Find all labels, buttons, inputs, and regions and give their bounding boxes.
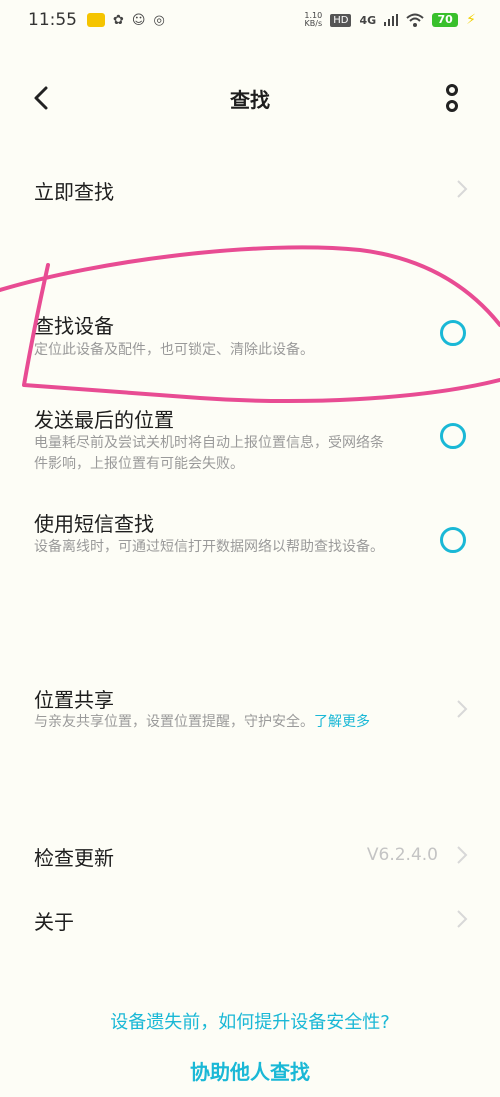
send-last-location-title: 发送最后的位置 <box>34 408 174 432</box>
chevron-right-icon <box>457 700 468 718</box>
version-label: V6.2.4.0 <box>366 845 438 865</box>
find-now-title: 立即查找 <box>34 180 114 204</box>
status-right: 1.10 KB/s HD 4G 70 ⚡ <box>304 12 476 29</box>
location-share-title: 位置共享 <box>34 688 114 712</box>
check-update-title: 检查更新 <box>34 846 114 870</box>
learn-more-link[interactable]: 了解更多 <box>314 714 370 730</box>
find-now-row[interactable]: 立即查找 <box>0 158 500 218</box>
chevron-right-icon <box>457 180 468 198</box>
help-others-find-link[interactable]: 协助他人查找 <box>0 1056 500 1085</box>
location-share-desc: 与亲友共享位置，设置位置提醒，守护安全。 <box>34 714 314 730</box>
find-device-desc: 定位此设备及配件，也可锁定、清除此设备。 <box>34 342 314 358</box>
send-last-location-toggle[interactable] <box>440 423 466 449</box>
location-share-row[interactable]: 位置共享 与亲友共享位置，设置位置提醒，守护安全。了解更多 <box>0 676 500 746</box>
page-title: 查找 <box>230 88 270 112</box>
app-bar: 查找 <box>0 70 500 126</box>
check-update-row[interactable]: 检查更新 V6.2.4.0 <box>0 826 500 886</box>
sms-find-row[interactable]: 使用短信查找 设备离线时，可通过短信打开数据网络以帮助查找设备。 <box>0 500 500 580</box>
location-share-desc-wrap: 与亲友共享位置，设置位置提醒，守护安全。了解更多 <box>34 712 454 733</box>
notification-app-icon <box>87 13 105 27</box>
hd-icon: HD <box>330 13 352 27</box>
status-time: 11:55 <box>28 10 77 30</box>
leaf-icon: ◎ <box>153 12 165 28</box>
chevron-right-icon <box>457 846 468 864</box>
battery-icon: 70 <box>432 13 459 27</box>
wifi-icon <box>406 13 424 27</box>
sms-find-title: 使用短信查找 <box>34 512 154 536</box>
more-options-icon[interactable] <box>440 80 464 116</box>
about-row[interactable]: 关于 <box>0 890 500 950</box>
send-last-location-row[interactable]: 发送最后的位置 电量耗尽前及尝试关机时将自动上报位置信息，受网络条件影响，上报位… <box>0 396 500 476</box>
status-left: 11:55 ✿ ☺ ◎ <box>28 10 165 30</box>
find-device-row[interactable]: 查找设备 定位此设备及配件，也可锁定、清除此设备。 <box>0 300 500 380</box>
paw-icon: ✿ <box>113 12 124 28</box>
find-device-toggle[interactable] <box>440 320 466 346</box>
robot-icon: ☺ <box>131 12 146 28</box>
net-speed: 1.10 KB/s <box>304 12 322 28</box>
send-last-location-desc: 电量耗尽前及尝试关机时将自动上报位置信息，受网络条件影响，上报位置有可能会失败。 <box>34 435 384 472</box>
network-type: 4G <box>359 13 377 27</box>
chevron-right-icon <box>457 910 468 928</box>
charging-icon: ⚡ <box>466 12 476 28</box>
signal-icon <box>384 14 399 26</box>
sms-find-toggle[interactable] <box>440 527 466 553</box>
safety-tip-link[interactable]: 设备遗失前，如何提升设备安全性? <box>0 1008 500 1034</box>
about-title: 关于 <box>34 910 74 934</box>
sms-find-desc: 设备离线时，可通过短信打开数据网络以帮助查找设备。 <box>34 539 384 555</box>
status-bar: 11:55 ✿ ☺ ◎ 1.10 KB/s HD 4G 70 ⚡ <box>0 0 500 40</box>
net-speed-unit: KB/s <box>304 19 323 28</box>
find-device-title: 查找设备 <box>34 314 114 338</box>
